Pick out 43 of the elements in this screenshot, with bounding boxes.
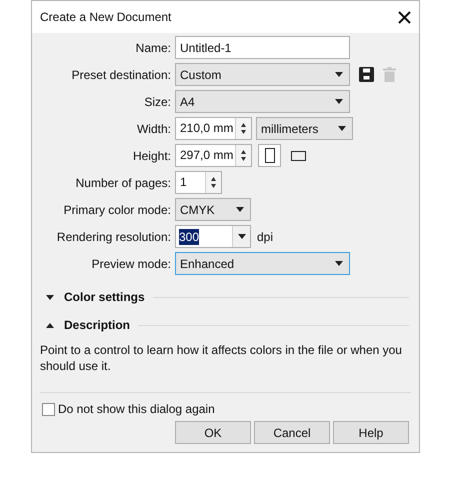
caret-down-icon: [335, 99, 343, 104]
dropdown[interactable]: CMYK: [175, 198, 251, 221]
dropdown[interactable]: millimeters: [256, 117, 353, 140]
field-label: Rendering resolution:: [56, 228, 172, 246]
section-toggle[interactable]: Color settings: [46, 288, 145, 306]
caret-down-icon: [236, 207, 244, 212]
section-toggle[interactable]: Description: [46, 316, 130, 334]
caret-down-icon: [238, 234, 246, 239]
caret-down-icon: [335, 261, 343, 266]
save-icon[interactable]: [359, 67, 374, 82]
caret-up-icon: [46, 322, 54, 328]
dialog-button[interactable]: OK: [175, 421, 251, 444]
close-icon[interactable]: [398, 10, 411, 24]
caret-down-icon: [338, 126, 346, 131]
dropdown[interactable]: Enhanced: [175, 252, 350, 275]
spin-field[interactable]: 210,0 mm: [175, 117, 252, 140]
field-label: Primary color mode:: [62, 202, 172, 218]
caret-down-icon: [335, 72, 343, 77]
spin-field[interactable]: 1: [175, 171, 222, 194]
field-label: Name:: [134, 40, 172, 56]
field-label: Preset destination:: [70, 66, 172, 84]
dialog-button[interactable]: Help: [333, 421, 409, 444]
portrait-button[interactable]: [258, 144, 281, 167]
dropdown[interactable]: A4: [175, 90, 350, 113]
dropdown[interactable]: Custom: [175, 63, 350, 86]
dialog-button[interactable]: Cancel: [254, 421, 330, 444]
checkbox[interactable]: [42, 402, 55, 416]
field-label: Width:: [136, 120, 172, 138]
unit-label: dpi: [257, 228, 274, 246]
spin-buttons[interactable]: [235, 145, 251, 166]
caret-down-icon: [46, 294, 54, 300]
description-text: Point to a control to learn how it affects colors in the file or when you should use it.: [39, 342, 403, 374]
window-title: Create a New Document: [40, 9, 172, 26]
name-field[interactable]: Untitled-1: [175, 36, 350, 59]
field-label: Size:: [143, 94, 172, 110]
field-label: Number of pages:: [74, 174, 172, 192]
checkbox-row[interactable]: Do not show this dialog again: [32, 400, 419, 418]
field-label: Preview mode:: [90, 256, 172, 272]
field-label: Height:: [132, 148, 172, 164]
resolution-combo[interactable]: 300: [175, 225, 251, 248]
spin-field[interactable]: 297,0 mm: [175, 144, 252, 167]
spin-buttons[interactable]: [235, 118, 251, 139]
spin-buttons[interactable]: [205, 172, 221, 193]
